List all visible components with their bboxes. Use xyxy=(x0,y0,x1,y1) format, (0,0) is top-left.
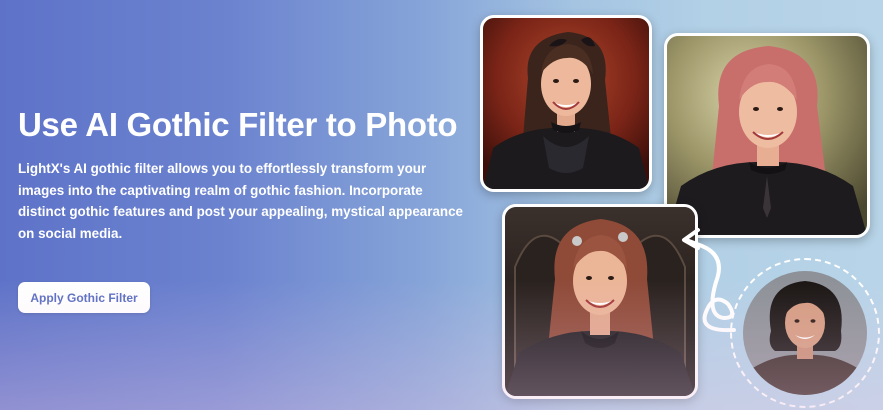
gothic-result-image-2 xyxy=(664,33,870,238)
hero-title: Use AI Gothic Filter to Photo xyxy=(18,106,458,143)
hero-description: LightX's AI gothic filter allows you to … xyxy=(18,161,463,241)
hero-banner: Use AI Gothic Filter to Photo LightX's A… xyxy=(0,0,883,410)
original-portrait-icon xyxy=(743,271,867,395)
gothic-portrait-red-icon xyxy=(483,18,649,189)
gothic-result-image-3 xyxy=(502,204,698,399)
apply-gothic-filter-button[interactable]: Apply Gothic Filter xyxy=(18,282,150,313)
gothic-result-image-1 xyxy=(480,15,652,192)
gothic-portrait-olive-icon xyxy=(667,36,867,235)
gothic-portrait-arched-icon xyxy=(505,207,695,396)
original-photo xyxy=(743,271,867,395)
